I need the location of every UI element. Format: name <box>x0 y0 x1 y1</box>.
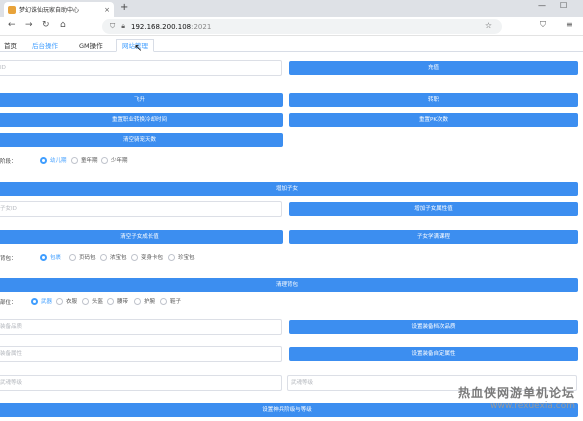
home-icon[interactable]: ⌂ <box>60 20 66 30</box>
child-learn-all-button[interactable]: 子女学满课程 <box>289 230 578 244</box>
menu-icon[interactable]: ≡ <box>566 20 573 29</box>
part-radio-helmet[interactable]: 头盔 <box>82 297 103 305</box>
add-child-attr-button[interactable]: 增加子女属性值 <box>289 202 578 216</box>
tab-gm[interactable]: GM操作 <box>73 39 109 52</box>
bag-radio-transform-card[interactable]: 变身卡包 <box>131 253 163 261</box>
stage-radio-infant[interactable]: 幼儿期 <box>40 156 67 164</box>
browser-toolbar: ← → ↻ ⌂ ⛉ 🔒︎ 192.168.200.108 :2021 ☆ ⛉ ≡ <box>0 17 583 36</box>
reset-pk-button[interactable]: 重置PK次数 <box>289 113 578 127</box>
clear-child-growth-button[interactable]: 清空子女成长值 <box>0 230 283 244</box>
watermark-line1: 热血侠网游单机论坛 <box>457 386 575 400</box>
clear-pet-days-button[interactable]: 清空骑宠天数 <box>0 133 283 147</box>
add-child-button[interactable]: 增加子女 <box>0 182 578 196</box>
site-watermark: 热血侠网游单机论坛 www.rexuexia.com <box>458 384 575 411</box>
site-favicon-icon <box>8 5 16 14</box>
reload-icon[interactable]: ↻ <box>42 20 50 30</box>
stage-label: 阶段： <box>0 159 17 165</box>
zhuanzhi-button[interactable]: 转职 <box>289 93 578 107</box>
set-equip-quality-button[interactable]: 设置装备档次品质 <box>289 320 578 334</box>
set-equip-attr-button[interactable]: 设置装备自定属性 <box>289 347 578 361</box>
bookmark-star-icon[interactable]: ☆ <box>485 21 492 30</box>
browser-tab-title: 梦幻诛仙玩家自助中心 <box>19 7 80 14</box>
maximize-icon[interactable]: ☐ <box>560 1 567 10</box>
part-radio-weapon[interactable]: 武器 <box>31 297 52 305</box>
page-tabs: 首页 后台操作 GM操作 网站管理 <box>0 37 583 52</box>
part-radio-belt[interactable]: 腰带 <box>107 297 128 305</box>
part-radio-bracer[interactable]: 护腕 <box>134 297 155 305</box>
stage-radio-teen[interactable]: 少年期 <box>101 156 128 164</box>
id-input[interactable]: ID <box>0 60 282 76</box>
bag-radio-rare-bag[interactable]: 珍宝包 <box>168 253 195 261</box>
tab-backend[interactable]: 后台操作 <box>26 39 64 52</box>
recharge-button[interactable]: 充值 <box>289 61 578 75</box>
back-icon[interactable]: ← <box>8 20 16 30</box>
equip-quality-input[interactable]: 装备品质 <box>0 319 282 335</box>
new-tab-icon[interactable]: + <box>120 2 128 13</box>
clear-bag-button[interactable]: 清理背包 <box>0 278 578 292</box>
bag-radio-treasure-box[interactable]: 浓宝包 <box>100 253 127 261</box>
tab-home[interactable]: 首页 <box>0 39 23 52</box>
bag-radio-package[interactable]: 包裹 <box>40 253 61 261</box>
equip-attr-input[interactable]: 装备属性 <box>0 346 282 362</box>
close-tab-icon[interactable]: × <box>104 6 110 14</box>
wuhun-level-input-1[interactable]: 武魂等级 <box>0 375 282 391</box>
pocket-icon[interactable]: ⛉ <box>540 20 546 30</box>
mouse-cursor-icon: ↖ <box>134 43 143 54</box>
url-host: 192.168.200.108 <box>130 22 192 31</box>
part-label: 部位： <box>0 300 17 306</box>
address-bar[interactable]: ⛉ 🔒︎ 192.168.200.108 :2021 ☆ <box>102 19 502 34</box>
url-port: :2021 <box>191 22 212 31</box>
reset-job-cooldown-button[interactable]: 重置职业转换冷却时间 <box>0 113 283 127</box>
child-id-input[interactable]: 子女ID <box>0 201 282 217</box>
feisheng-button[interactable]: 飞升 <box>0 93 283 107</box>
shield-icon: ⛉ <box>110 22 116 30</box>
watermark-line2: www.rexuexia.com <box>490 401 575 411</box>
browser-tab-strip: 梦幻诛仙玩家自助中心 × + — ☐ <box>0 0 583 17</box>
part-radio-shoes[interactable]: 鞋子 <box>160 297 181 305</box>
stage-radio-child[interactable]: 童年期 <box>71 156 98 164</box>
bag-radio-page[interactable]: 页码包 <box>69 253 96 261</box>
lock-icon: 🔒︎ <box>121 22 125 30</box>
minimize-icon[interactable]: — <box>538 1 546 10</box>
part-radio-clothes[interactable]: 衣服 <box>56 297 77 305</box>
forward-icon[interactable]: → <box>25 20 33 30</box>
browser-tab[interactable]: 梦幻诛仙玩家自助中心 × <box>4 2 114 17</box>
bag-label: 背包： <box>0 256 17 262</box>
